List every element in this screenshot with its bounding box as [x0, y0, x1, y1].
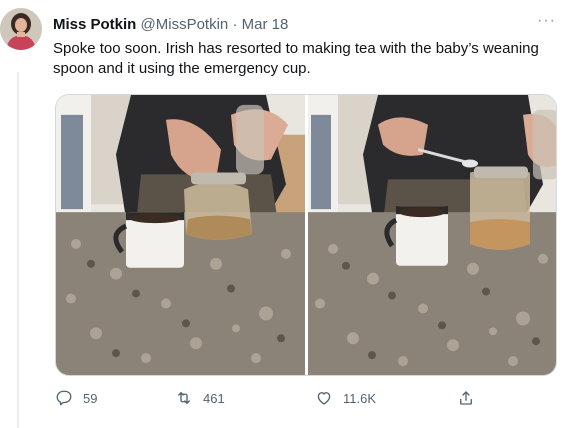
media-grid[interactable]	[55, 94, 557, 376]
tweet-text: Spoke too soon. Irish has resorted to ma…	[53, 40, 539, 77]
avatar[interactable]	[0, 8, 42, 50]
reply-button[interactable]: 59	[55, 387, 97, 409]
action-bar: 59 461 11.6K	[55, 387, 485, 409]
author-handle[interactable]: @MissPotkin	[141, 16, 229, 33]
more-icon[interactable]: ···	[537, 12, 556, 30]
separator-dot: ·	[232, 16, 238, 33]
share-icon	[457, 389, 475, 407]
retweet-button[interactable]: 461	[175, 387, 225, 409]
heart-icon	[315, 389, 333, 407]
retweet-icon	[175, 389, 193, 407]
avatar-image	[0, 8, 42, 50]
tweet-header: Miss Potkin @MissPotkin · Mar 18	[53, 15, 288, 35]
tweet[interactable]: Miss Potkin @MissPotkin · Mar 18 ··· Spo…	[0, 0, 570, 428]
reply-count: 59	[83, 390, 98, 406]
like-count: 11.6K	[343, 390, 377, 406]
photo-left[interactable]	[56, 95, 305, 375]
like-button[interactable]: 11.6K	[315, 387, 376, 409]
reply-icon	[55, 389, 73, 407]
author-name[interactable]: Miss Potkin	[53, 16, 136, 33]
tweet-date[interactable]: Mar 18	[242, 16, 289, 33]
retweet-count: 461	[203, 390, 225, 406]
photo-right[interactable]	[308, 95, 556, 375]
photo-left-image	[56, 95, 305, 375]
photo-right-image	[308, 95, 556, 375]
share-button[interactable]	[457, 387, 475, 409]
